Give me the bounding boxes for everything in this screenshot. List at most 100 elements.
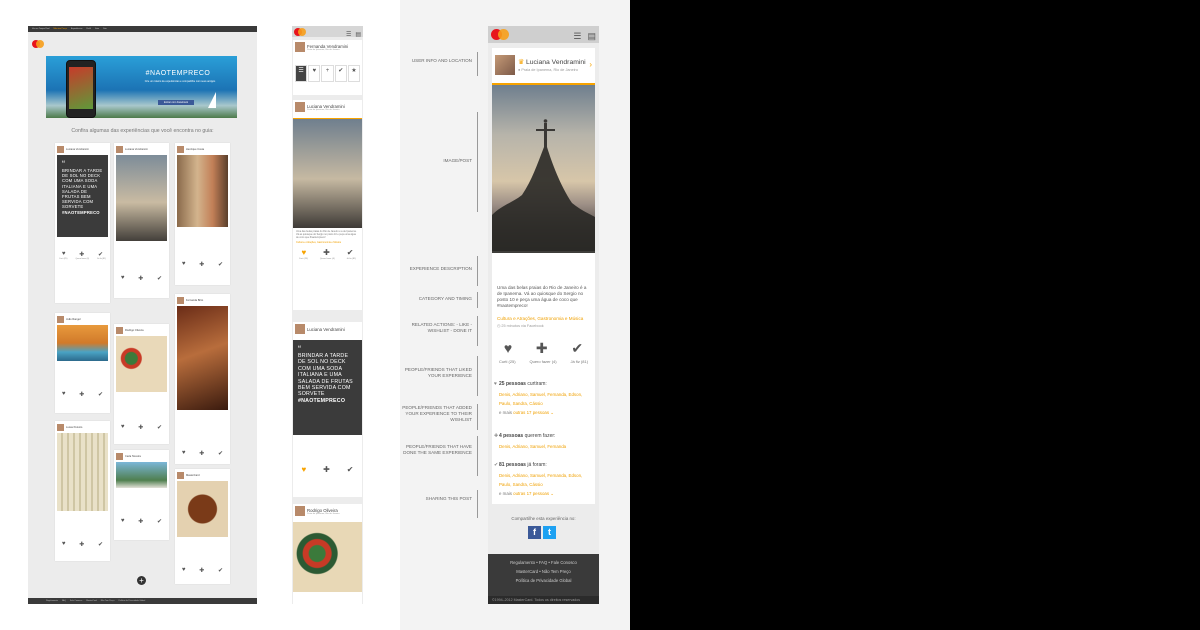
footer-link[interactable]: Regulamento bbox=[46, 600, 58, 602]
plus-icon[interactable]: ✚ bbox=[199, 450, 204, 457]
post-image[interactable] bbox=[116, 155, 167, 241]
footer-link[interactable]: Fale Conosco bbox=[70, 600, 82, 602]
card-user-name[interactable]: Henrique Costa bbox=[186, 148, 204, 151]
heart-icon[interactable]: ♥ bbox=[62, 251, 66, 258]
wish-names[interactable]: Denis, Adriano, Samuel, Fernanda bbox=[499, 442, 591, 451]
chat-icon[interactable]: ▤ bbox=[355, 32, 361, 38]
plus-icon[interactable]: ✚ bbox=[323, 465, 330, 474]
nav-item[interactable]: Perfil bbox=[86, 28, 91, 30]
check-icon[interactable]: ✔ bbox=[157, 275, 162, 282]
plus-icon[interactable]: ✚ bbox=[79, 251, 84, 258]
menu-icon[interactable]: ☰ bbox=[346, 32, 351, 38]
card-user-name[interactable]: Carla Teixeira bbox=[125, 455, 141, 458]
done-names[interactable]: Denis, Adriano, Samuel, Fernanda, Edson,… bbox=[499, 471, 591, 489]
heart-icon[interactable]: ♥ bbox=[182, 450, 186, 457]
heart-icon[interactable]: ♥ bbox=[301, 248, 306, 257]
nav-item[interactable]: Não tem Preço bbox=[54, 28, 67, 30]
check-icon[interactable]: ✔ bbox=[571, 340, 583, 357]
experience-card[interactable]: MasterCard ♥ ✚ ✔ bbox=[175, 469, 230, 584]
nav-item[interactable]: Guia bbox=[95, 28, 99, 30]
nav-item[interactable]: Experiências bbox=[71, 28, 82, 30]
check-icon[interactable]: ✔ bbox=[98, 541, 103, 548]
plus-icon[interactable]: ✚ bbox=[138, 424, 143, 431]
heart-icon[interactable]: ♥ bbox=[182, 567, 186, 574]
chevron-down-icon[interactable]: ⌄ bbox=[550, 491, 554, 496]
check-icon[interactable]: ✔ bbox=[218, 261, 223, 268]
plus-icon[interactable]: ✚ bbox=[323, 248, 330, 257]
profile-name[interactable]: Fernanda Vendramini bbox=[307, 44, 348, 49]
footer-links-2[interactable]: MasterCard • Não Tem Preço bbox=[488, 567, 599, 576]
mastercard-logo[interactable] bbox=[294, 27, 306, 36]
card-user-name[interactable]: João Rangel bbox=[66, 318, 81, 321]
user-name[interactable]: Luciana Vendramini bbox=[526, 59, 586, 66]
avatar[interactable] bbox=[495, 54, 515, 75]
nav-item[interactable]: Ver em Tempo Real bbox=[32, 28, 50, 30]
load-more-button[interactable]: + bbox=[137, 576, 146, 585]
card-user-name[interactable]: Lucas Peixoto bbox=[66, 426, 82, 429]
post-image[interactable] bbox=[293, 522, 362, 592]
plus-icon[interactable]: ✚ bbox=[79, 391, 84, 398]
plus-icon[interactable]: ✚ bbox=[199, 567, 204, 574]
experience-card[interactable]: Carla Teixeira ♥ ✚ ✔ bbox=[114, 450, 169, 540]
facebook-login-button[interactable]: Entrar com Facebook bbox=[158, 100, 194, 105]
footer-link[interactable]: Política de Privacidade Global bbox=[118, 600, 145, 602]
chevron-down-icon[interactable]: ⌄ bbox=[550, 410, 554, 415]
check-icon[interactable]: ✔ bbox=[98, 391, 103, 398]
mastercard-logo[interactable] bbox=[32, 35, 44, 53]
facebook-icon[interactable]: f bbox=[528, 526, 541, 539]
experience-card[interactable]: Rodrigo Oliveira ♥ ✚ ✔ bbox=[114, 324, 169, 444]
experience-card[interactable]: Lucas Peixoto ♥ ✚ ✔ bbox=[55, 421, 110, 561]
liked-more-link[interactable]: outras 17 pessoas bbox=[513, 410, 549, 415]
heart-icon[interactable]: ♥ bbox=[182, 261, 186, 268]
done-button-label[interactable]: Já fiz (81) bbox=[570, 359, 588, 364]
tab-liked[interactable]: ♥ bbox=[308, 65, 321, 82]
footer-links-1[interactable]: Regulamento • FAQ • Fale Conosco bbox=[488, 558, 599, 567]
check-icon[interactable]: ✔ bbox=[157, 424, 162, 431]
card-user-name[interactable]: MasterCard bbox=[186, 474, 200, 477]
post-image[interactable] bbox=[293, 118, 362, 228]
heart-icon[interactable]: ♥ bbox=[121, 424, 125, 431]
post-image[interactable] bbox=[177, 155, 228, 227]
post-image[interactable] bbox=[57, 433, 108, 511]
post-image[interactable] bbox=[177, 306, 228, 410]
tab-favorites[interactable]: ★ bbox=[347, 65, 361, 82]
experience-card[interactable]: João Rangel ♥ ✚ ✔ bbox=[55, 313, 110, 413]
post-image[interactable] bbox=[116, 336, 167, 392]
twitter-icon[interactable]: t bbox=[543, 526, 556, 539]
mastercard-logo[interactable] bbox=[491, 29, 509, 40]
footer-links-3[interactable]: Política de Privacidade Global bbox=[488, 576, 599, 585]
card-user-name[interactable]: Rodrigo Oliveira bbox=[125, 329, 144, 332]
experience-card[interactable]: Luciana Vendramini “ Brindar a tarde de … bbox=[55, 143, 110, 303]
done-more-link[interactable]: outras 17 pessoas bbox=[513, 491, 549, 496]
plus-icon[interactable]: ✚ bbox=[199, 261, 204, 268]
tab-all[interactable]: ☰ bbox=[295, 65, 308, 82]
wishlist-button-label[interactable]: Quero fazer (4) bbox=[529, 359, 556, 364]
experience-card[interactable]: Luciana Vendramini Praia de Ipanema, Rio … bbox=[293, 100, 362, 310]
card-user-name[interactable]: Luciana Vendramini bbox=[66, 148, 89, 151]
experience-category[interactable]: Cultura e Atrações, Gastronomia e Música bbox=[497, 316, 591, 321]
menu-icon[interactable]: ☰ bbox=[573, 31, 581, 41]
heart-icon[interactable]: ♥ bbox=[62, 391, 66, 398]
footer-link[interactable]: MasterCard bbox=[86, 600, 96, 602]
card-user-name[interactable]: Fernanda Brito bbox=[186, 299, 203, 302]
post-image[interactable] bbox=[57, 325, 108, 361]
chevron-right-icon[interactable]: › bbox=[589, 60, 592, 69]
plus-icon[interactable]: ✚ bbox=[138, 518, 143, 525]
post-image[interactable] bbox=[116, 462, 167, 488]
plus-icon[interactable]: ✚ bbox=[138, 275, 143, 282]
check-icon[interactable]: ✔ bbox=[347, 465, 354, 474]
card-user-name[interactable]: Rodrigo Oliveira bbox=[307, 508, 340, 513]
tab-done[interactable]: ✔ bbox=[334, 65, 347, 82]
footer-link[interactable]: Não Tem Preço bbox=[101, 600, 115, 602]
plus-icon[interactable]: ✚ bbox=[536, 340, 548, 357]
check-icon[interactable]: ✔ bbox=[218, 567, 223, 574]
chat-icon[interactable]: ▤ bbox=[587, 31, 596, 41]
card-user-name[interactable]: Luciana Vendramini bbox=[125, 148, 148, 151]
card-user-name[interactable]: Luciana Vendramini bbox=[307, 327, 345, 332]
experience-card[interactable]: Rodrigo Oliveira Praia de Ipanema, Rio de… bbox=[293, 504, 362, 604]
heart-icon[interactable]: ♥ bbox=[62, 541, 66, 548]
experience-card[interactable]: Luciana Vendramini “ Brindar a tarde de … bbox=[293, 322, 362, 497]
nav-item[interactable]: Sair bbox=[103, 28, 107, 30]
tab-wishlist[interactable]: + bbox=[321, 65, 334, 82]
check-icon[interactable]: ✔ bbox=[157, 518, 162, 525]
